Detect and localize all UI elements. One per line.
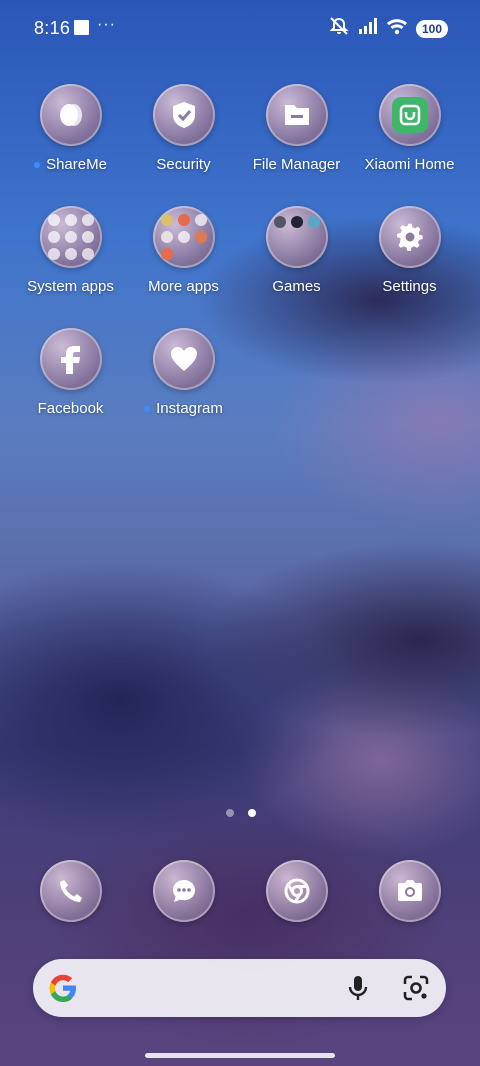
signal-icon	[358, 17, 378, 40]
app-label: Xiaomi Home	[364, 156, 455, 173]
silent-mode-icon	[328, 16, 350, 41]
heart-icon	[152, 328, 215, 390]
lens-camera-icon[interactable]	[402, 974, 430, 1007]
folder-icon	[152, 206, 215, 268]
google-search-bar[interactable]	[33, 959, 446, 1017]
folder-icon	[265, 84, 328, 146]
shield-check-icon	[152, 84, 215, 146]
app-file-manager[interactable]: File Manager	[240, 84, 353, 173]
wifi-icon	[386, 17, 408, 40]
messages-icon	[152, 860, 215, 922]
app-label: Security	[156, 156, 211, 173]
app-shareme[interactable]: ShareMe	[14, 84, 127, 173]
app-security[interactable]: Security	[127, 84, 240, 173]
shareme-icon	[39, 84, 102, 146]
dock-messages[interactable]	[127, 860, 240, 922]
camera-icon	[378, 860, 441, 922]
notification-square-icon	[74, 20, 89, 35]
facebook-icon	[39, 328, 102, 390]
dock-chrome[interactable]	[240, 860, 353, 922]
xiaomi-home-icon	[378, 84, 441, 146]
gesture-home-bar[interactable]	[145, 1053, 335, 1058]
app-xiaomi-home[interactable]: Xiaomi Home	[353, 84, 466, 173]
chrome-icon	[265, 860, 328, 922]
app-label: Instagram	[156, 400, 223, 417]
folder-more-apps[interactable]: More apps	[127, 206, 240, 295]
app-facebook[interactable]: Facebook	[14, 328, 127, 417]
app-settings[interactable]: Settings	[353, 206, 466, 295]
more-notifications-indicator: ···	[97, 16, 116, 33]
google-logo-icon	[46, 971, 80, 1010]
app-label: System apps	[27, 278, 114, 295]
page-dot[interactable]	[226, 809, 234, 817]
folder-games[interactable]: Games	[240, 206, 353, 295]
app-label: File Manager	[252, 156, 341, 173]
app-label: Games	[272, 278, 321, 295]
dock-camera[interactable]	[353, 860, 466, 922]
microphone-icon[interactable]	[346, 974, 370, 1007]
page-dot-active[interactable]	[248, 809, 256, 817]
app-label: ShareMe	[46, 156, 107, 173]
app-label: More apps	[148, 278, 219, 295]
new-badge	[34, 162, 41, 169]
battery-icon: 100	[415, 19, 448, 38]
page-indicator	[226, 809, 256, 817]
new-badge	[144, 406, 151, 413]
phone-icon	[39, 860, 102, 922]
app-label: Settings	[382, 278, 437, 295]
folder-system-apps[interactable]: System apps	[14, 206, 127, 295]
gear-icon	[378, 206, 441, 268]
folder-icon	[265, 206, 328, 268]
dock-phone[interactable]	[14, 860, 127, 922]
app-label: Facebook	[37, 400, 104, 417]
status-bar: 8:16 ··· 100	[0, 0, 480, 56]
app-instagram[interactable]: Instagram	[127, 328, 240, 417]
folder-icon	[39, 206, 102, 268]
clock: 8:16	[34, 18, 71, 38]
